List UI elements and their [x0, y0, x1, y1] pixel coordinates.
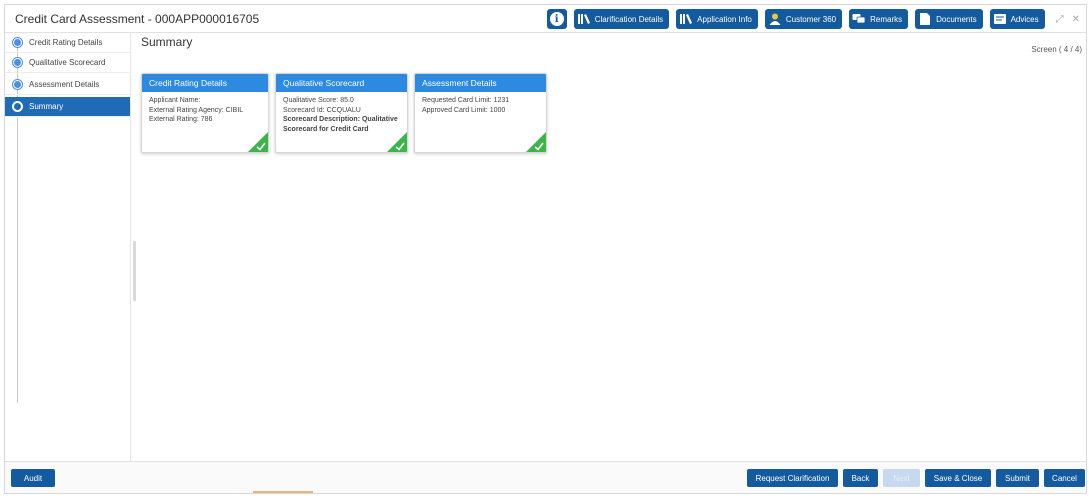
clarification-details-button[interactable]: Clarification Details — [573, 9, 670, 29]
back-button[interactable]: Back — [843, 469, 878, 487]
step-label: Credit Rating Details — [29, 38, 103, 47]
complete-check-icon — [526, 132, 546, 152]
advices-button[interactable]: Advices — [989, 9, 1045, 29]
page-title: Summary — [141, 35, 193, 49]
card-line: Scorecard Description: Qualitative Score… — [283, 116, 398, 133]
advice-icon — [993, 12, 1007, 26]
application-info-button[interactable]: Application Info — [676, 9, 758, 29]
step-credit-rating-details[interactable]: Credit Rating Details — [5, 33, 130, 53]
step-assessment-details[interactable]: Assessment Details — [5, 75, 130, 95]
card-body: Applicant Name: External Rating Agency: … — [142, 92, 268, 129]
submit-button[interactable]: Submit — [996, 469, 1039, 487]
chat-icon — [852, 12, 866, 26]
accent-line — [253, 491, 313, 493]
sidebar-collapse-handle[interactable] — [133, 241, 136, 301]
summary-card-qualitative-scorecard[interactable]: Qualitative Scorecard Qualitative Score:… — [275, 73, 408, 153]
step-summary[interactable]: Summary — [5, 97, 130, 117]
step-current-icon — [13, 102, 22, 111]
card-line: Approved Card Limit: 1000 — [422, 106, 506, 114]
audit-button[interactable]: Audit — [11, 469, 55, 487]
books-icon — [577, 12, 591, 26]
complete-check-icon — [248, 132, 268, 152]
remarks-label: Remarks — [870, 14, 903, 24]
card-line: External Rating: 786 — [149, 116, 213, 123]
step-navigation: Credit Rating Details Qualitative Scorec… — [5, 33, 131, 463]
customer-360-button[interactable]: Customer 360 — [764, 9, 843, 29]
card-title: Credit Rating Details — [142, 74, 268, 92]
save-close-button[interactable]: Save & Close — [925, 469, 991, 487]
info-button[interactable]: i — [546, 9, 567, 29]
application-info-label: Application Info — [697, 14, 752, 24]
card-title: Qualitative Scorecard — [276, 74, 407, 92]
step-label: Qualitative Scorecard — [29, 58, 106, 67]
card-line: Applicant Name: — [149, 97, 201, 104]
step-label: Assessment Details — [29, 80, 100, 89]
app-window: Credit Card Assessment - 000APP000016705… — [4, 4, 1087, 494]
expand-icon[interactable]: ⤢ — [1056, 14, 1064, 25]
step-complete-icon — [13, 38, 22, 47]
screen-indicator: Screen ( 4 / 4) — [1031, 45, 1082, 54]
complete-check-icon — [387, 132, 407, 152]
step-label: Summary — [29, 102, 64, 111]
person-icon — [768, 12, 782, 26]
card-line: Requested Card Limit: 1231 — [422, 97, 510, 104]
customer-360-label: Customer 360 — [785, 14, 837, 24]
document-icon — [918, 12, 932, 26]
step-qualitative-scorecard[interactable]: Qualitative Scorecard — [5, 53, 130, 73]
header-toolbar: i Clarification Details Application Info… — [546, 8, 1080, 30]
info-icon: i — [549, 12, 564, 26]
close-icon[interactable]: ✕ — [1072, 14, 1080, 25]
cancel-button[interactable]: Cancel — [1044, 469, 1085, 487]
window-title: Credit Card Assessment - 000APP000016705 — [15, 12, 260, 26]
documents-label: Documents — [936, 14, 977, 24]
window-controls: ⤢ ✕ — [1056, 14, 1080, 25]
card-line: Scorecard Id: CCQUALU — [283, 106, 361, 114]
request-clarification-button[interactable]: Request Clarification — [747, 469, 838, 487]
card-title: Assessment Details — [415, 74, 546, 92]
footer-bar: Audit Request Clarification Back Next Sa… — [5, 461, 1086, 493]
documents-button[interactable]: Documents — [915, 9, 983, 29]
title-bar: Credit Card Assessment - 000APP000016705… — [5, 5, 1086, 33]
step-complete-icon — [13, 80, 22, 89]
card-line: External Rating Agency: CIBIL — [149, 106, 244, 114]
summary-card-credit-rating[interactable]: Credit Rating Details Applicant Name: Ex… — [141, 73, 269, 153]
advices-label: Advices — [1010, 14, 1039, 24]
step-complete-icon — [13, 58, 22, 67]
next-button: Next — [883, 469, 920, 487]
card-body: Requested Card Limit: 1231 Approved Card… — [415, 92, 546, 119]
clarification-details-label: Clarification Details — [594, 14, 664, 24]
card-line: Qualitative Score: 85.0 — [283, 97, 354, 104]
books-icon — [679, 12, 693, 26]
summary-card-assessment-details[interactable]: Assessment Details Requested Card Limit:… — [414, 73, 547, 153]
remarks-button[interactable]: Remarks — [849, 9, 909, 29]
